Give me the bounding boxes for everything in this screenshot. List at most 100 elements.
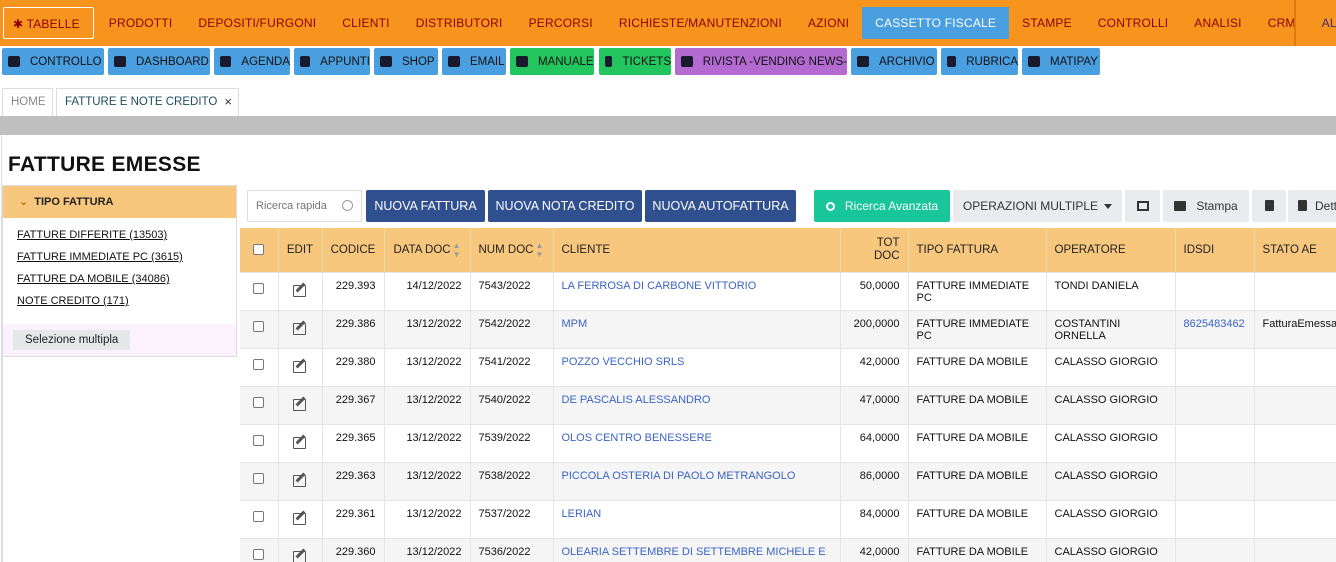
menu-item-distributori[interactable]: DISTRIBUTORI xyxy=(403,7,516,39)
edit-icon[interactable] xyxy=(292,473,308,487)
search-input[interactable] xyxy=(256,191,341,221)
table-row[interactable]: 229.363 13/12/2022 7538/2022 PICCOLA OSTERI… xyxy=(240,461,1336,500)
tab-home[interactable]: HOME xyxy=(2,88,53,116)
menu-item-altro[interactable]: ALTRO xyxy=(1309,7,1336,39)
menu-item-clienti[interactable]: CLIENTI xyxy=(329,7,402,39)
cell-cliente[interactable]: OLEARIA SETTEMBRE DI SETTEMBRE MICHELE E xyxy=(553,537,841,562)
select-all-checkbox[interactable] xyxy=(253,244,265,256)
sidebar-item-fatture-differite[interactable]: FATTURE DIFFERITE (13503) xyxy=(17,224,236,246)
menu-item-azioni[interactable]: AZIONI xyxy=(795,7,862,39)
quick-rivista-button[interactable]: RIVISTA -VENDING NEWS- xyxy=(675,48,847,75)
col-header-num-doc[interactable]: NUM DOC ▲ ▼ xyxy=(470,228,554,272)
col-header-tot-doc[interactable]: TOT DOC xyxy=(840,228,909,272)
table-row[interactable]: 229.380 13/12/2022 7541/2022 POZZO VECCHIO … xyxy=(240,347,1336,386)
col-header-data-doc[interactable]: DATA DOC ▲ ▼ xyxy=(384,228,471,272)
table-row[interactable]: 229.360 13/12/2022 7536/2022 OLEARIA SETTEM… xyxy=(240,537,1336,562)
cell-idsdi[interactable] xyxy=(1175,271,1255,310)
cell-idsdi[interactable] xyxy=(1175,461,1255,500)
columns-button[interactable] xyxy=(1125,190,1160,222)
menu-item-tabelle[interactable]: ✱ TABELLE xyxy=(3,7,94,39)
quick-shop-button[interactable]: SHOP xyxy=(374,48,438,75)
table-row[interactable]: 229.386 13/12/2022 7542/2022 MPM 200,0000 FAT… xyxy=(240,309,1336,348)
quick-manuale-button[interactable]: MANUALE xyxy=(510,48,594,75)
row-checkbox[interactable] xyxy=(253,358,265,370)
edit-icon[interactable] xyxy=(292,511,308,525)
row-checkbox[interactable] xyxy=(253,396,265,408)
col-header-codice[interactable]: CODICE xyxy=(322,228,385,272)
sidebar-item-note-credito[interactable]: NOTE CREDITO (171) xyxy=(17,290,236,312)
row-checkbox[interactable] xyxy=(253,434,265,446)
edit-icon[interactable] xyxy=(292,397,308,411)
edit-icon[interactable] xyxy=(292,549,308,562)
menu-item-prodotti[interactable]: PRODOTTI xyxy=(96,7,186,39)
edit-icon[interactable] xyxy=(292,283,308,297)
quick-rubrica-button[interactable]: RUBRICA xyxy=(941,48,1018,75)
quick-tickets-button[interactable]: TICKETS xyxy=(599,48,671,75)
menu-item-percorsi[interactable]: PERCORSI xyxy=(516,7,606,39)
menu-item-cassetto-fiscale[interactable]: CASSETTO FISCALE xyxy=(862,7,1010,39)
col-header-tipo-fattura[interactable]: TIPO FATTURA xyxy=(908,228,1047,272)
menu-item-analisi[interactable]: ANALISI xyxy=(1181,7,1254,39)
chevron-down-icon: ⌄ xyxy=(19,196,29,208)
multi-select-button[interactable]: Selezione multipla xyxy=(13,330,131,350)
cell-cliente[interactable]: OLOS CENTRO BENESSERE xyxy=(553,423,841,462)
col-header-idsdi[interactable]: IDSDI xyxy=(1175,228,1255,272)
table-row[interactable]: 229.367 13/12/2022 7540/2022 DE PASCALIS AL… xyxy=(240,385,1336,424)
print-button[interactable]: Stampa xyxy=(1163,190,1249,222)
new-self-invoice-button[interactable]: NUOVA AUTOFATTURA xyxy=(645,190,796,222)
cell-idsdi[interactable] xyxy=(1175,537,1255,562)
cell-cliente[interactable]: DE PASCALIS ALESSANDRO xyxy=(553,385,841,424)
menu-item-stampe[interactable]: STAMPE xyxy=(1009,7,1085,39)
row-checkbox[interactable] xyxy=(253,548,265,560)
table-row[interactable]: 229.365 13/12/2022 7539/2022 OLOS CENTRO BE… xyxy=(240,423,1336,462)
sidebar-item-fatture-immediate-pc[interactable]: FATTURE IMMEDIATE PC (3615) xyxy=(17,246,236,268)
col-header-operatore[interactable]: OPERATORE xyxy=(1046,228,1176,272)
sidebar-header[interactable]: ⌄ TIPO FATTURA xyxy=(3,186,236,218)
quick-archivio-button[interactable]: ARCHIVIO xyxy=(851,48,937,75)
quick-dashboard-button[interactable]: DASHBOARD xyxy=(108,48,210,75)
quick-appunti-button[interactable]: APPUNTI xyxy=(294,48,370,75)
cell-idsdi[interactable] xyxy=(1175,499,1255,538)
cell-cliente[interactable]: POZZO VECCHIO SRLS xyxy=(553,347,841,386)
table-row[interactable]: 229.393 14/12/2022 7543/2022 LA FERROSA DI … xyxy=(240,271,1336,310)
cell-tipo-fattura: FATTURE DA MOBILE xyxy=(908,347,1047,386)
cell-cliente[interactable]: LA FERROSA DI CARBONE VITTORIO xyxy=(553,271,841,310)
table-row[interactable]: 229.361 13/12/2022 7537/2022 LERIAN 84,0000 F… xyxy=(240,499,1336,538)
cell-cliente[interactable]: PICCOLA OSTERIA DI PAOLO METRANGOLO xyxy=(553,461,841,500)
tab-fatture-note-credito[interactable]: FATTURE E NOTE CREDITO × xyxy=(56,88,239,116)
row-select-cell xyxy=(240,309,279,348)
row-checkbox[interactable] xyxy=(253,282,265,294)
cell-cliente[interactable]: LERIAN xyxy=(553,499,841,538)
advanced-search-button[interactable]: Ricerca Avanzata xyxy=(814,190,950,222)
multiple-operations-dropdown[interactable]: OPERAZIONI MULTIPLE xyxy=(953,190,1122,222)
edit-icon[interactable] xyxy=(292,321,308,335)
cell-idsdi[interactable] xyxy=(1175,347,1255,386)
cell-cliente[interactable]: MPM xyxy=(553,309,841,348)
col-header-cliente[interactable]: CLIENTE xyxy=(553,228,841,272)
close-icon[interactable]: × xyxy=(224,89,232,115)
cell-idsdi[interactable] xyxy=(1175,385,1255,424)
cell-idsdi[interactable]: 8625483462 xyxy=(1175,309,1255,348)
quick-email-button[interactable]: EMAIL xyxy=(442,48,506,75)
col-header-stato-ae[interactable]: STATO AE xyxy=(1254,228,1336,272)
edit-icon[interactable] xyxy=(292,359,308,373)
cell-idsdi[interactable] xyxy=(1175,423,1255,462)
row-checkbox[interactable] xyxy=(253,472,265,484)
row-checkbox[interactable] xyxy=(253,320,265,332)
sidebar-item-fatture-da-mobile[interactable]: FATTURE DA MOBILE (34086) xyxy=(17,268,236,290)
new-invoice-button[interactable]: NUOVA FATTURA xyxy=(366,190,485,222)
new-credit-note-button[interactable]: NUOVA NOTA CREDITO xyxy=(488,190,642,222)
detail-button[interactable]: Dett xyxy=(1288,190,1336,222)
menu-item-depositi-furgoni[interactable]: DEPOSITI/FURGONI xyxy=(185,7,329,39)
cell-tot-doc: 64,0000 xyxy=(840,423,909,462)
envelope-icon xyxy=(448,56,460,67)
quick-matipay-button[interactable]: MATIPAY xyxy=(1022,48,1100,75)
quick-agenda-button[interactable]: AGENDA xyxy=(214,48,290,75)
row-checkbox[interactable] xyxy=(253,510,265,522)
quick-controllo-button[interactable]: CONTROLLO xyxy=(2,48,104,75)
menu-item-controlli[interactable]: CONTROLLI xyxy=(1085,7,1181,39)
menu-item-crm[interactable]: CRM xyxy=(1255,7,1309,39)
export-pdf-button[interactable] xyxy=(1252,190,1286,222)
menu-item-richieste-manutenzioni[interactable]: RICHIESTE/MANUTENZIONI xyxy=(606,7,795,39)
edit-icon[interactable] xyxy=(292,435,308,449)
